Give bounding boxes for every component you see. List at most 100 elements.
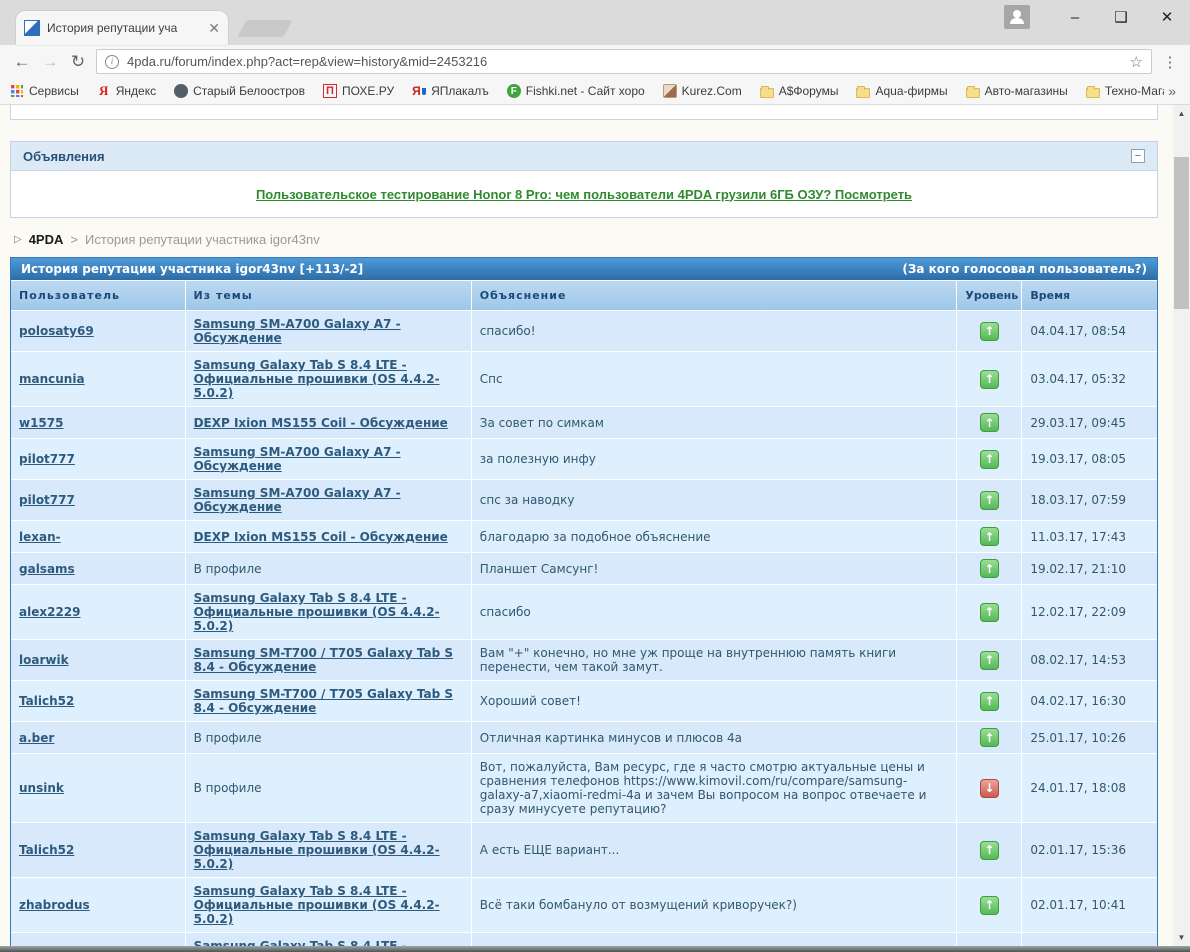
table-row: mancunia Samsung Galaxy Tab S 8.4 LTE - … bbox=[11, 352, 1157, 406]
apps-grid-icon bbox=[10, 84, 24, 98]
new-tab-button[interactable] bbox=[237, 20, 292, 37]
close-button[interactable]: ✕ bbox=[1144, 8, 1190, 26]
breadcrumb: ▷ 4PDA > История репутации участника igo… bbox=[14, 232, 1190, 247]
level-badge-icon: ↑ bbox=[980, 841, 999, 860]
explanation-text: Спс bbox=[472, 352, 957, 406]
page-info-icon[interactable]: i bbox=[105, 55, 119, 69]
reload-icon[interactable]: ↻ bbox=[64, 52, 92, 72]
bookmark-item[interactable]: Aqua-фирмы bbox=[856, 84, 947, 98]
bookmark-item[interactable]: П ПОХЕ.РУ bbox=[323, 84, 394, 98]
bookmark-item[interactable]: Я ЯПлакалъ bbox=[412, 84, 489, 98]
time-text: 03.04.17, 05:32 bbox=[1022, 352, 1157, 406]
scrollbar[interactable]: ▲ ▼ bbox=[1173, 105, 1190, 952]
bookmark-item[interactable]: F Fishki.net - Сайт хоро bbox=[507, 84, 645, 98]
explanation-text: А есть ЕЩЕ вариант... bbox=[472, 823, 957, 877]
window-bottom-edge bbox=[0, 946, 1190, 952]
user-link[interactable]: polosaty69 bbox=[19, 324, 94, 338]
time-text: 11.03.17, 17:43 bbox=[1022, 521, 1157, 552]
level-badge-icon: ↓ bbox=[980, 779, 999, 798]
announcement-link[interactable]: Пользовательское тестирование Honor 8 Pr… bbox=[256, 187, 912, 202]
table-row: Talich52 Samsung SM-T700 / T705 Galaxy T… bbox=[11, 681, 1157, 721]
time-text: 04.02.17, 16:30 bbox=[1022, 681, 1157, 721]
tab-close-icon[interactable]: ✕ bbox=[208, 20, 220, 37]
collapse-icon[interactable]: − bbox=[1131, 149, 1145, 163]
topic-link[interactable]: Samsung SM-T700 / T705 Galaxy Tab S 8.4 … bbox=[194, 687, 463, 715]
topic-cell: Samsung SM-A700 Galaxy A7 - Обсуждение bbox=[186, 439, 471, 479]
minimize-button[interactable]: – bbox=[1052, 9, 1098, 26]
topic-link[interactable]: DEXP Ixion MS155 Coil - Обсуждение bbox=[194, 416, 448, 430]
explanation-text: Планшет Самсунг! bbox=[472, 553, 957, 584]
bookmark-item[interactable]: Техно-Магазины bbox=[1086, 84, 1164, 98]
yap-icon: Я bbox=[412, 84, 426, 98]
table-row: pilot777 Samsung SM-A700 Galaxy A7 - Обс… bbox=[11, 480, 1157, 520]
topic-link[interactable]: Samsung Galaxy Tab S 8.4 LTE - Официальн… bbox=[194, 829, 463, 871]
time-text: 12.02.17, 22:09 bbox=[1022, 585, 1157, 639]
url-text[interactable]: 4pda.ru/forum/index.php?act=rep&view=his… bbox=[127, 54, 1130, 69]
breadcrumb-root-link[interactable]: 4PDA bbox=[29, 232, 64, 247]
scroll-up-icon[interactable]: ▲ bbox=[1173, 109, 1190, 118]
topic-link[interactable]: Samsung Galaxy Tab S 8.4 LTE - Официальн… bbox=[194, 591, 463, 633]
bookmark-item[interactable]: Kurez.Com bbox=[663, 84, 742, 98]
bookmark-star-icon[interactable]: ☆ bbox=[1130, 53, 1143, 71]
bookmark-item[interactable]: Я Яндекс bbox=[97, 84, 156, 98]
level-badge-icon: ↑ bbox=[980, 651, 999, 670]
chrome-menu-icon[interactable]: ⋮ bbox=[1158, 53, 1182, 71]
explanation-text: Всё таки бомбануло от возмущений кривору… bbox=[472, 878, 957, 932]
user-link[interactable]: galsams bbox=[19, 562, 75, 576]
level-badge-icon: ↑ bbox=[980, 450, 999, 469]
breadcrumb-arrow-icon[interactable]: ▷ bbox=[14, 234, 22, 245]
announcements-box: Объявления − Пользовательское тестирован… bbox=[10, 141, 1158, 218]
folder-icon bbox=[760, 88, 774, 98]
user-link[interactable]: unsink bbox=[19, 781, 64, 795]
time-text: 02.01.17, 15:36 bbox=[1022, 823, 1157, 877]
forward-icon: → bbox=[36, 52, 64, 72]
scrollbar-thumb[interactable] bbox=[1174, 157, 1189, 309]
bookmark-item[interactable]: А$Форумы bbox=[760, 84, 839, 98]
topic-cell: В профиле bbox=[186, 754, 471, 822]
user-link[interactable]: pilot777 bbox=[19, 493, 75, 507]
level-badge-icon: ↑ bbox=[980, 603, 999, 622]
user-link[interactable]: loarwik bbox=[19, 653, 69, 667]
back-icon[interactable]: ← bbox=[8, 52, 36, 72]
user-link[interactable]: mancunia bbox=[19, 372, 85, 386]
user-link[interactable]: lexan- bbox=[19, 530, 61, 544]
bookmark-item[interactable]: Старый Белоостров bbox=[174, 84, 305, 98]
user-link[interactable]: alex2229 bbox=[19, 605, 81, 619]
level-badge-icon: ↑ bbox=[980, 692, 999, 711]
column-header: Время bbox=[1022, 281, 1157, 310]
table-row: polosaty69 Samsung SM-A700 Galaxy A7 - О… bbox=[11, 311, 1157, 351]
url-bar[interactable]: i 4pda.ru/forum/index.php?act=rep&view=h… bbox=[96, 49, 1152, 74]
explanation-text: За совет по симкам bbox=[472, 407, 957, 438]
voted-for-link[interactable]: (За кого голосовал пользователь?) bbox=[902, 262, 1147, 276]
explanation-text: Отличная картинка минусов и плюсов 4а bbox=[472, 722, 957, 753]
time-text: 04.04.17, 08:54 bbox=[1022, 311, 1157, 351]
scroll-down-icon[interactable]: ▼ bbox=[1173, 933, 1190, 942]
bookmark-item[interactable]: Сервисы bbox=[10, 84, 79, 98]
topic-link[interactable]: Samsung SM-A700 Galaxy A7 - Обсуждение bbox=[194, 486, 463, 514]
bookmarks-overflow-icon[interactable]: » bbox=[1164, 83, 1180, 99]
tab-strip: История репутации уча ✕ – ❑ ✕ bbox=[0, 0, 1190, 45]
topic-link[interactable]: Samsung SM-A700 Galaxy A7 - Обсуждение bbox=[194, 317, 463, 345]
topic-link[interactable]: DEXP Ixion MS155 Coil - Обсуждение bbox=[194, 530, 448, 544]
reputation-table: История репутации участника igor43nv [+1… bbox=[10, 257, 1158, 952]
user-link[interactable]: w1575 bbox=[19, 416, 63, 430]
user-link[interactable]: Talich52 bbox=[19, 843, 74, 857]
announcements-title: Объявления bbox=[23, 149, 105, 164]
browser-tab[interactable]: История репутации уча ✕ bbox=[16, 11, 228, 45]
user-link[interactable]: Talich52 bbox=[19, 694, 74, 708]
topic-cell: Samsung SM-A700 Galaxy A7 - Обсуждение bbox=[186, 480, 471, 520]
bookmark-item[interactable]: Авто-магазины bbox=[966, 84, 1068, 98]
browser-toolbar: ← → ↻ i 4pda.ru/forum/index.php?act=rep&… bbox=[0, 45, 1190, 78]
level-badge-icon: ↑ bbox=[980, 491, 999, 510]
topic-link[interactable]: Samsung Galaxy Tab S 8.4 LTE - Официальн… bbox=[194, 358, 463, 400]
user-link[interactable]: pilot777 bbox=[19, 452, 75, 466]
user-link[interactable]: a.ber bbox=[19, 731, 54, 745]
table-row: pilot777 Samsung SM-A700 Galaxy A7 - Обс… bbox=[11, 439, 1157, 479]
topic-link[interactable]: Samsung Galaxy Tab S 8.4 LTE - Официальн… bbox=[194, 884, 463, 926]
profile-icon[interactable] bbox=[1004, 5, 1030, 29]
user-link[interactable]: zhabrodus bbox=[19, 898, 90, 912]
topic-link[interactable]: Samsung SM-A700 Galaxy A7 - Обсуждение bbox=[194, 445, 463, 473]
topic-link[interactable]: Samsung SM-T700 / T705 Galaxy Tab S 8.4 … bbox=[194, 646, 463, 674]
maximize-button[interactable]: ❑ bbox=[1098, 8, 1144, 26]
folder-icon bbox=[856, 88, 870, 98]
